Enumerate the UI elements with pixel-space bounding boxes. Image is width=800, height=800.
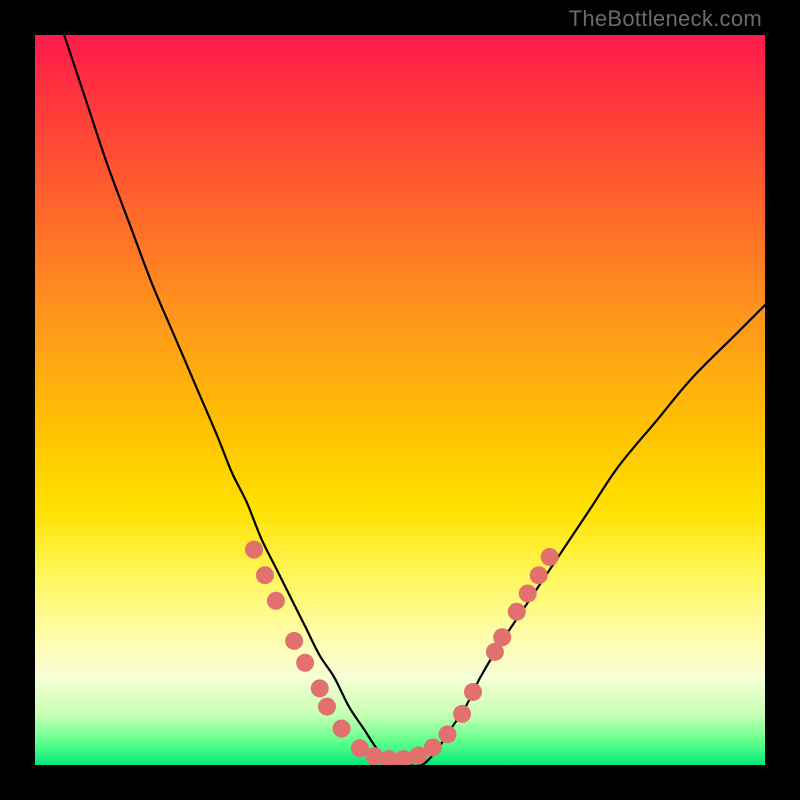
curve-marker (438, 725, 456, 743)
curve-marker (256, 566, 274, 584)
curve-marker (519, 584, 537, 602)
curve-marker (245, 541, 263, 559)
chart-frame: TheBottleneck.com (0, 0, 800, 800)
curve-marker (267, 592, 285, 610)
curve-marker (541, 548, 559, 566)
curve-marker (493, 628, 511, 646)
curve-marker (508, 603, 526, 621)
bottleneck-curve (64, 35, 765, 765)
watermark-text: TheBottleneck.com (569, 6, 762, 32)
curve-marker (296, 654, 314, 672)
plot-area (35, 35, 765, 765)
curve-marker (311, 679, 329, 697)
curve-marker (453, 705, 471, 723)
curve-marker (464, 683, 482, 701)
curve-marker (424, 738, 442, 756)
curve-markers (245, 541, 559, 765)
curve-marker (318, 698, 336, 716)
curve-marker (530, 566, 548, 584)
bottleneck-curve-svg (35, 35, 765, 765)
curve-marker (285, 632, 303, 650)
curve-marker (333, 720, 351, 738)
